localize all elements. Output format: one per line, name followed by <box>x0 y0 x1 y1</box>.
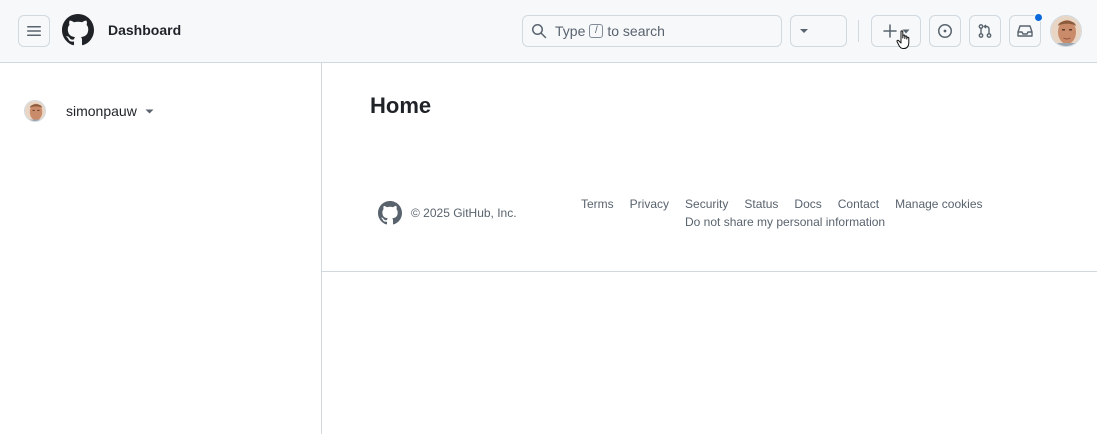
your-pull-requests-button[interactable] <box>969 15 1001 47</box>
page-title: Home <box>370 93 432 118</box>
footer-link-do-not-share[interactable]: Do not share my personal information <box>685 215 885 229</box>
menu-icon <box>27 26 41 36</box>
footer-link-privacy[interactable]: Privacy <box>630 197 669 211</box>
avatar <box>24 100 46 122</box>
copilot-button-group <box>790 15 847 47</box>
github-mark-icon[interactable] <box>378 201 402 225</box>
footer-link-security[interactable]: Security <box>685 197 728 211</box>
main-content: Home © 2025 GitHub, Inc. Terms Privacy S… <box>322 63 1097 434</box>
dashboard-sidebar: simonpauw <box>0 63 322 434</box>
account-name: simonpauw <box>66 103 137 119</box>
search-input[interactable]: Type / to search <box>522 15 782 47</box>
search-prefix: Type <box>555 23 586 39</box>
global-header: Dashboard Type / to search <box>0 0 1097 63</box>
user-avatar-image <box>25 101 45 121</box>
search-shortcut-key: / <box>589 24 604 38</box>
footer-link-terms[interactable]: Terms <box>581 197 614 211</box>
account-context-switcher[interactable]: simonpauw <box>24 99 154 123</box>
your-issues-button[interactable] <box>929 15 961 47</box>
footer-link-status[interactable]: Status <box>744 197 778 211</box>
header-divider <box>858 20 859 42</box>
avatar[interactable] <box>1050 15 1082 47</box>
footer-link-contact[interactable]: Contact <box>838 197 879 211</box>
copyright-text: © 2025 GitHub, Inc. <box>411 206 517 220</box>
inbox-icon <box>1017 25 1033 37</box>
search-suffix: to search <box>607 23 665 39</box>
unread-notification-indicator <box>1034 13 1043 22</box>
hand-pointer-cursor-icon <box>896 30 910 49</box>
copilot-dropdown-button[interactable] <box>791 16 817 46</box>
github-logo[interactable] <box>62 14 94 46</box>
git-pull-request-icon <box>978 24 992 38</box>
triangle-down-icon <box>145 109 154 113</box>
search-icon <box>532 24 547 39</box>
footer-nav: Terms Privacy Security Status Docs Conta… <box>581 197 983 211</box>
triangle-down-icon <box>800 29 808 33</box>
footer-divider <box>322 271 1097 272</box>
footer-link-manage-cookies[interactable]: Manage cookies <box>895 197 982 211</box>
user-avatar-image <box>1051 16 1081 46</box>
issue-opened-icon <box>938 24 952 38</box>
open-navigation-button[interactable] <box>18 15 50 47</box>
footer-link-docs[interactable]: Docs <box>794 197 821 211</box>
context-title[interactable]: Dashboard <box>108 22 181 38</box>
app-window: Dashboard Type / to search simonpauw Hom… <box>0 0 1097 434</box>
plus-icon <box>882 24 897 38</box>
